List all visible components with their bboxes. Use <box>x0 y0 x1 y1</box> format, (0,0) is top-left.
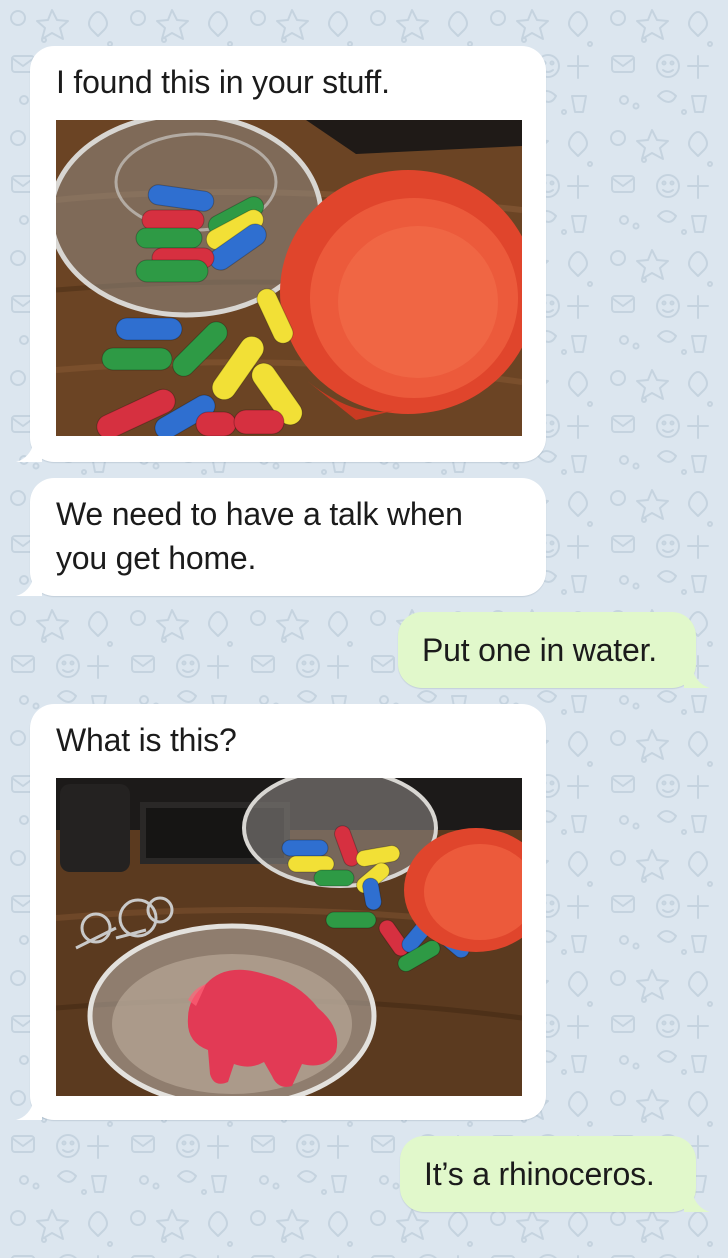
bubble-tail <box>684 662 710 688</box>
photo-illustration <box>56 120 522 436</box>
chat-message-list[interactable]: I found this in your stuff. We need to h… <box>0 0 728 1258</box>
bubble-tail <box>16 1094 42 1120</box>
bubble-tail <box>16 570 42 596</box>
message-text: What is this? <box>56 722 237 758</box>
incoming-message-bubble[interactable]: What is this? <box>16 704 546 1120</box>
message-text: It’s a rhinoceros. <box>424 1156 655 1192</box>
message-text: We need to have a talk when you get home… <box>56 496 463 576</box>
message-photo-rhino-sponge[interactable] <box>56 778 522 1096</box>
bubble-tail <box>684 1186 710 1212</box>
outgoing-message-bubble[interactable]: It’s a rhinoceros. <box>400 1136 710 1212</box>
bubble-tail <box>16 436 42 462</box>
message-photo-capsules[interactable] <box>56 120 522 436</box>
message-text: I found this in your stuff. <box>56 64 390 100</box>
outgoing-message-bubble[interactable]: Put one in water. <box>398 612 710 688</box>
incoming-message-bubble[interactable]: We need to have a talk when you get home… <box>16 478 546 596</box>
incoming-message-bubble[interactable]: I found this in your stuff. <box>16 46 546 462</box>
message-text: Put one in water. <box>422 632 657 668</box>
photo-illustration <box>56 778 522 1096</box>
